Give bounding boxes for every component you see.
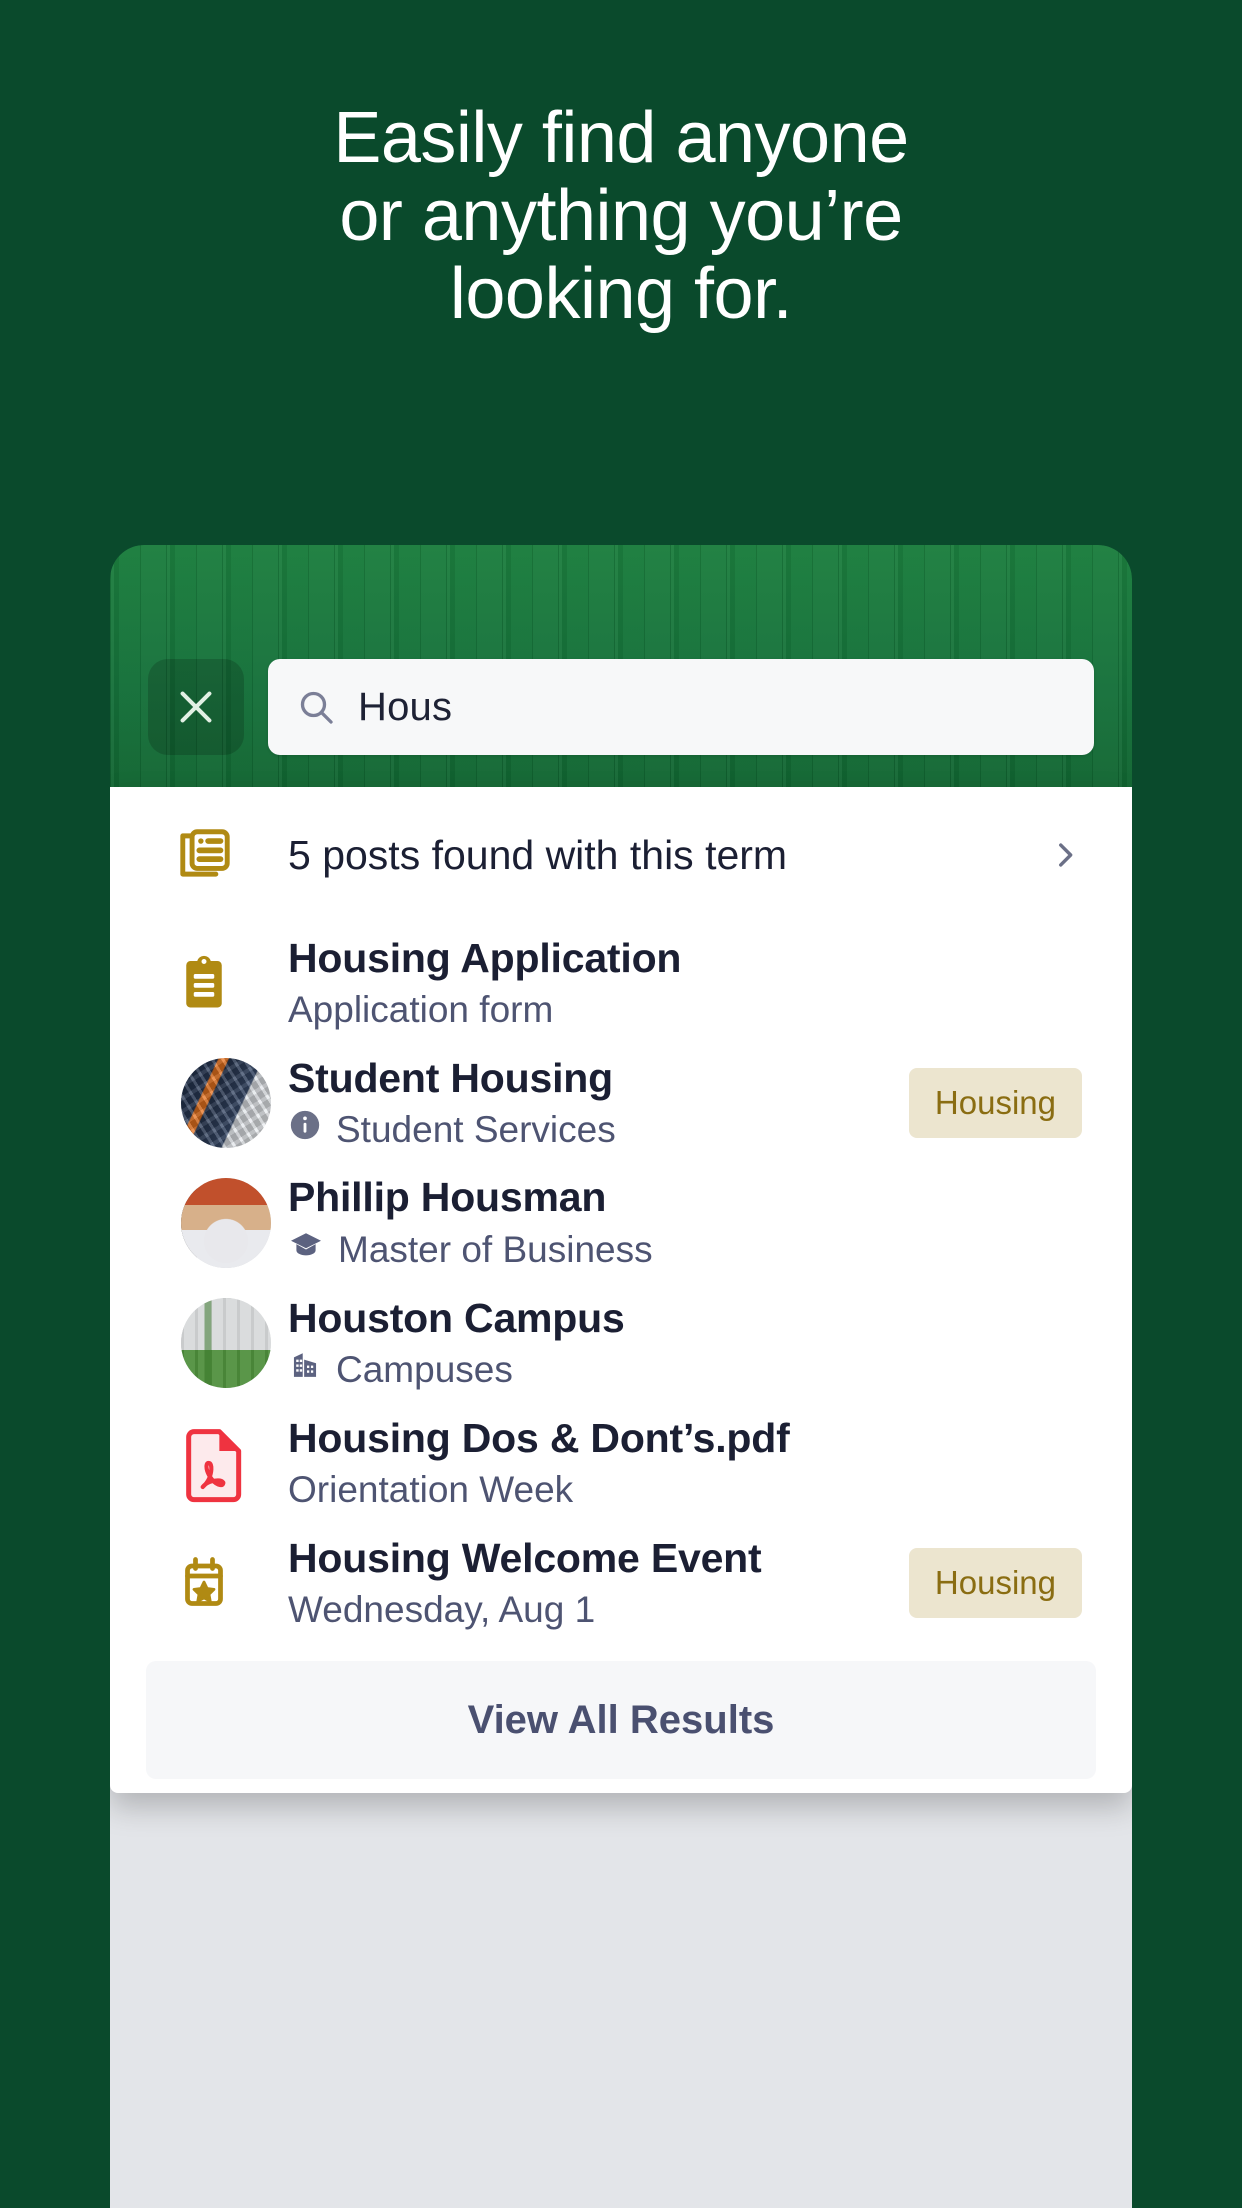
- status-badge[interactable]: Housing: [908, 1068, 1082, 1138]
- app-header: Hous: [110, 545, 1132, 787]
- search-input-value: Hous: [358, 684, 453, 729]
- result-avatar-wrap: [164, 1298, 288, 1388]
- graduation-cap-icon: [288, 1227, 324, 1273]
- result-row-housing-pdf[interactable]: Housing Dos & Dont’s.pdf Orientation Wee…: [110, 1403, 1132, 1523]
- result-row-houston-campus[interactable]: Houston Campus Campuses: [110, 1283, 1132, 1403]
- result-title: Student Housing: [288, 1054, 613, 1101]
- headline-line-2: or anything you’re: [339, 175, 903, 256]
- posts-icon: [164, 824, 288, 886]
- result-row-student-housing[interactable]: Student Housing Student Services Housing: [110, 1043, 1132, 1163]
- result-row-housing-application[interactable]: Housing Application Application form: [110, 923, 1132, 1043]
- result-title: Housing Application: [288, 934, 682, 981]
- chevron-right-icon[interactable]: [1048, 838, 1082, 872]
- result-avatar-wrap: [164, 1058, 288, 1148]
- pdf-icon: [164, 1423, 288, 1503]
- result-row-phillip-housman[interactable]: Phillip Housman Master of Business: [110, 1163, 1132, 1283]
- search-input[interactable]: Hous: [268, 659, 1094, 755]
- result-title: Housing Dos & Dont’s.pdf: [288, 1414, 790, 1461]
- phone-mockup: documents. Mark Lowell 7h Digital Campus…: [110, 545, 1132, 2208]
- calendar-star-icon: [164, 1553, 288, 1613]
- posts-found-label: 5 posts found with this term: [288, 831, 788, 878]
- result-row-housing-welcome-event[interactable]: Housing Welcome Event Wednesday, Aug 1 H…: [110, 1523, 1132, 1643]
- close-search-button[interactable]: [148, 659, 244, 755]
- avatar: [181, 1178, 271, 1268]
- result-subtitle: Master of Business: [288, 1227, 1082, 1273]
- result-subtitle: Wednesday, Aug 1: [288, 1588, 596, 1630]
- search-results-dropdown: 5 posts found with this term Housing App…: [110, 787, 1132, 1793]
- avatar: [181, 1058, 271, 1148]
- result-subtitle: Application form: [288, 988, 554, 1030]
- search-icon: [296, 687, 336, 727]
- result-title: Phillip Housman: [288, 1173, 607, 1220]
- close-icon: [180, 691, 212, 723]
- result-subtitle: Student Services: [288, 1108, 885, 1152]
- result-avatar-wrap: [164, 1178, 288, 1268]
- result-title: Housing Welcome Event: [288, 1534, 762, 1581]
- building-icon: [288, 1348, 322, 1392]
- view-all-results-button[interactable]: View All Results: [146, 1661, 1096, 1779]
- result-subtitle: Campuses: [288, 1348, 1082, 1392]
- result-row-posts-found[interactable]: 5 posts found with this term: [110, 787, 1132, 923]
- page-title: Easily find anyone or anything you’re lo…: [0, 98, 1242, 334]
- status-badge[interactable]: Housing: [908, 1548, 1082, 1618]
- result-subtitle: Orientation Week: [288, 1468, 574, 1510]
- search-bar: Hous: [148, 659, 1094, 755]
- info-icon: [288, 1108, 322, 1152]
- result-title: Houston Campus: [288, 1294, 625, 1341]
- headline-line-3: looking for.: [449, 253, 793, 334]
- headline-line-1: Easily find anyone: [333, 98, 909, 178]
- avatar: [181, 1298, 271, 1388]
- clipboard-icon: [164, 953, 288, 1013]
